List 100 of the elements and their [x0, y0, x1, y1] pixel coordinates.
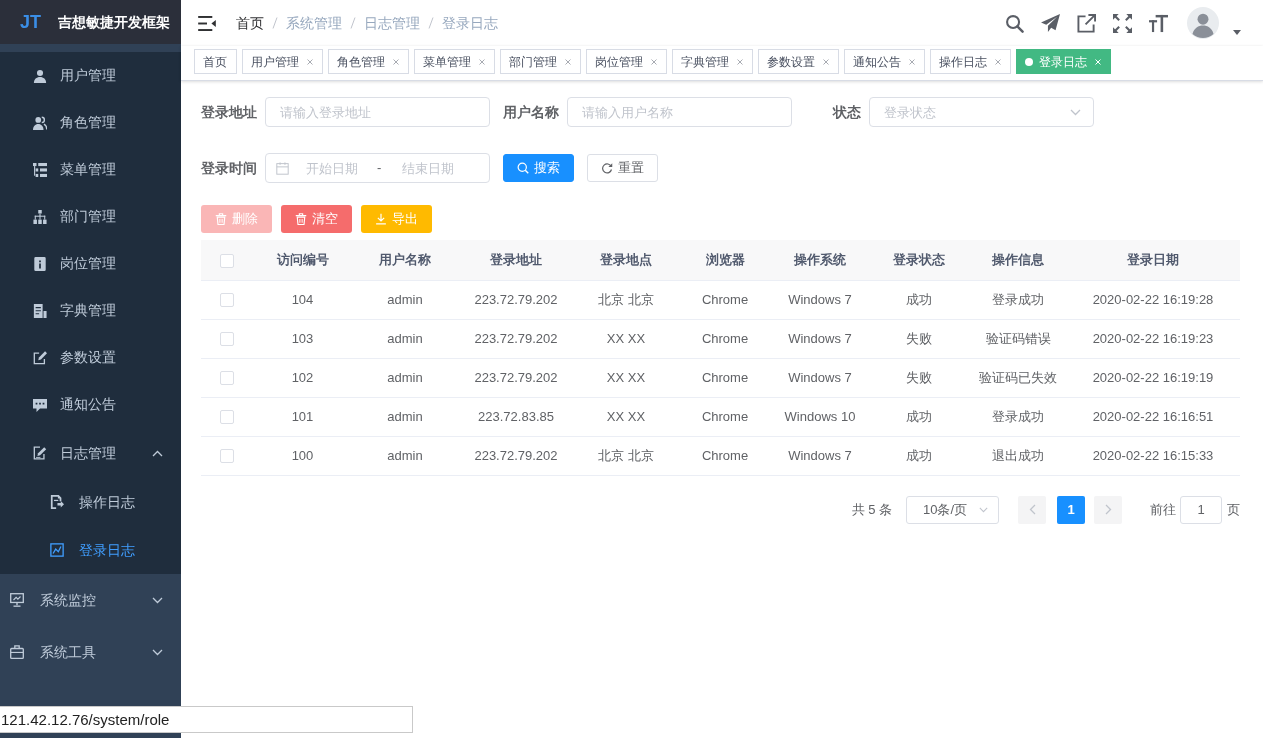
sidebar-menu-item[interactable]: 岗位管理 — [0, 240, 181, 287]
text-input-field[interactable]: 请输入用户名称 — [567, 97, 792, 127]
table-cell: 成功 — [868, 436, 970, 475]
chevron-left-icon — [1028, 504, 1036, 515]
active-dot-icon — [1025, 57, 1033, 66]
page-tab[interactable]: 岗位管理 — [586, 49, 667, 74]
select-all-checkbox[interactable] — [220, 253, 234, 268]
sidebar-menu-item[interactable]: 日志管理 — [0, 428, 181, 478]
table-cell: 北京 北京 — [574, 280, 678, 319]
table-cell: 北京 北京 — [574, 436, 678, 475]
select-field[interactable]: 登录状态 — [869, 97, 1094, 127]
row-checkbox[interactable] — [220, 371, 234, 386]
chevron-down-icon — [152, 648, 163, 656]
external-link-icon[interactable] — [1077, 13, 1096, 33]
chart-square-icon — [50, 543, 64, 557]
paper-plane-icon[interactable] — [1041, 13, 1060, 33]
table-cell: 101 — [253, 397, 352, 436]
column-header: 浏览器 — [678, 240, 772, 280]
table-cell: 223.72.79.202 — [458, 280, 574, 319]
field-label: 登录地址 — [201, 102, 257, 122]
table-cell: 223.72.83.85 — [458, 397, 574, 436]
status-bar-url: 121.42.12.76/system/role — [0, 706, 413, 733]
row-checkbox[interactable] — [220, 410, 234, 425]
page-size-select[interactable]: 10条/页 — [906, 495, 999, 524]
table-cell: Windows 7 — [772, 436, 868, 475]
table-cell: Chrome — [678, 319, 772, 358]
table-cell: 223.72.79.202 — [458, 436, 574, 475]
edit-document-icon — [33, 446, 47, 460]
field-label: 用户名称 — [503, 102, 559, 122]
user-icon — [33, 68, 47, 83]
page-tab[interactable]: 参数设置 — [758, 49, 839, 74]
sidebar-menu-item[interactable]: 系统工具 — [0, 626, 181, 678]
breadcrumb-link[interactable]: 首页 — [236, 12, 264, 34]
row-checkbox[interactable] — [220, 449, 234, 464]
close-icon[interactable] — [995, 58, 1001, 65]
reset-button[interactable]: 重置 — [587, 154, 658, 182]
sidebar-menu-item[interactable]: 操作日志 — [0, 478, 181, 526]
table-cell: admin — [352, 436, 458, 475]
range-separator: - — [377, 159, 382, 178]
end-date-input[interactable]: 结束日期 — [389, 156, 468, 180]
page-tab[interactable]: 操作日志 — [930, 49, 1011, 74]
page-tab[interactable]: 通知公告 — [844, 49, 925, 74]
search-icon[interactable] — [1005, 13, 1024, 33]
sidebar-menu-item[interactable]: 字典管理 — [0, 287, 181, 334]
table-cell: 成功 — [868, 397, 970, 436]
close-icon[interactable] — [479, 58, 485, 65]
close-icon[interactable] — [651, 58, 657, 65]
logo-text: JT — [20, 10, 41, 34]
users-icon — [33, 115, 47, 130]
table-cell: 验证码已失效 — [970, 358, 1066, 397]
column-header: 用户名称 — [352, 240, 458, 280]
table-cell: admin — [352, 319, 458, 358]
table-cell: 2020-02-22 16:19:19 — [1066, 358, 1240, 397]
page-tab[interactable]: 角色管理 — [328, 49, 409, 74]
chat-icon — [33, 397, 47, 412]
close-icon[interactable] — [737, 58, 743, 65]
sidebar-menu-item[interactable]: 角色管理 — [0, 99, 181, 146]
caret-down-icon[interactable] — [1233, 29, 1241, 35]
table-cell: admin — [352, 280, 458, 319]
sidebar-menu-item[interactable]: 菜单管理 — [0, 146, 181, 193]
search-icon — [517, 162, 529, 174]
row-checkbox[interactable] — [220, 293, 234, 308]
table-cell: 登录成功 — [970, 397, 1066, 436]
text-size-icon[interactable] — [1149, 13, 1168, 33]
table-cell: Chrome — [678, 397, 772, 436]
page-tab[interactable]: 字典管理 — [672, 49, 753, 74]
table-cell: Windows 7 — [772, 280, 868, 319]
breadcrumb-item: 日志管理 — [364, 13, 420, 33]
sidebar-menu-item[interactable]: 用户管理 — [0, 52, 181, 99]
table-cell: XX XX — [574, 397, 678, 436]
table-cell: 103 — [253, 319, 352, 358]
page-tab[interactable]: 首页 — [194, 49, 237, 74]
avatar-icon[interactable] — [1187, 7, 1219, 39]
slash-icon — [428, 17, 434, 29]
menu-icon[interactable] — [198, 15, 216, 31]
page-tab[interactable]: 菜单管理 — [414, 49, 495, 74]
close-icon[interactable] — [909, 58, 915, 65]
trash-icon — [215, 213, 227, 225]
sidebar-menu-item[interactable]: 参数设置 — [0, 334, 181, 381]
date-range-field[interactable]: 开始日期 - 结束日期 — [265, 153, 490, 183]
close-icon[interactable] — [393, 58, 399, 65]
close-icon[interactable] — [307, 58, 313, 65]
page-tab[interactable]: 用户管理 — [242, 49, 323, 74]
page-jump-input[interactable]: 1 — [1180, 495, 1222, 524]
table-cell: XX XX — [574, 358, 678, 397]
fullscreen-icon[interactable] — [1113, 13, 1132, 33]
page-tab[interactable]: 部门管理 — [500, 49, 581, 74]
close-icon[interactable] — [823, 58, 829, 65]
sidebar-menu-item[interactable]: 部门管理 — [0, 193, 181, 240]
column-header: 访问编号 — [253, 240, 352, 280]
table-cell: Windows 10 — [772, 397, 868, 436]
column-header: 登录地址 — [458, 240, 574, 280]
row-checkbox[interactable] — [220, 332, 234, 347]
column-header: 登录状态 — [868, 240, 970, 280]
sidebar-menu-item[interactable]: 系统监控 — [0, 574, 181, 626]
close-icon[interactable] — [565, 58, 571, 65]
start-date-input[interactable]: 开始日期 — [293, 156, 371, 180]
sidebar-menu-item[interactable]: 通知公告 — [0, 381, 181, 428]
text-input-field[interactable]: 请输入登录地址 — [265, 97, 490, 127]
sidebar-menu-item[interactable]: 登录日志 — [0, 526, 181, 574]
